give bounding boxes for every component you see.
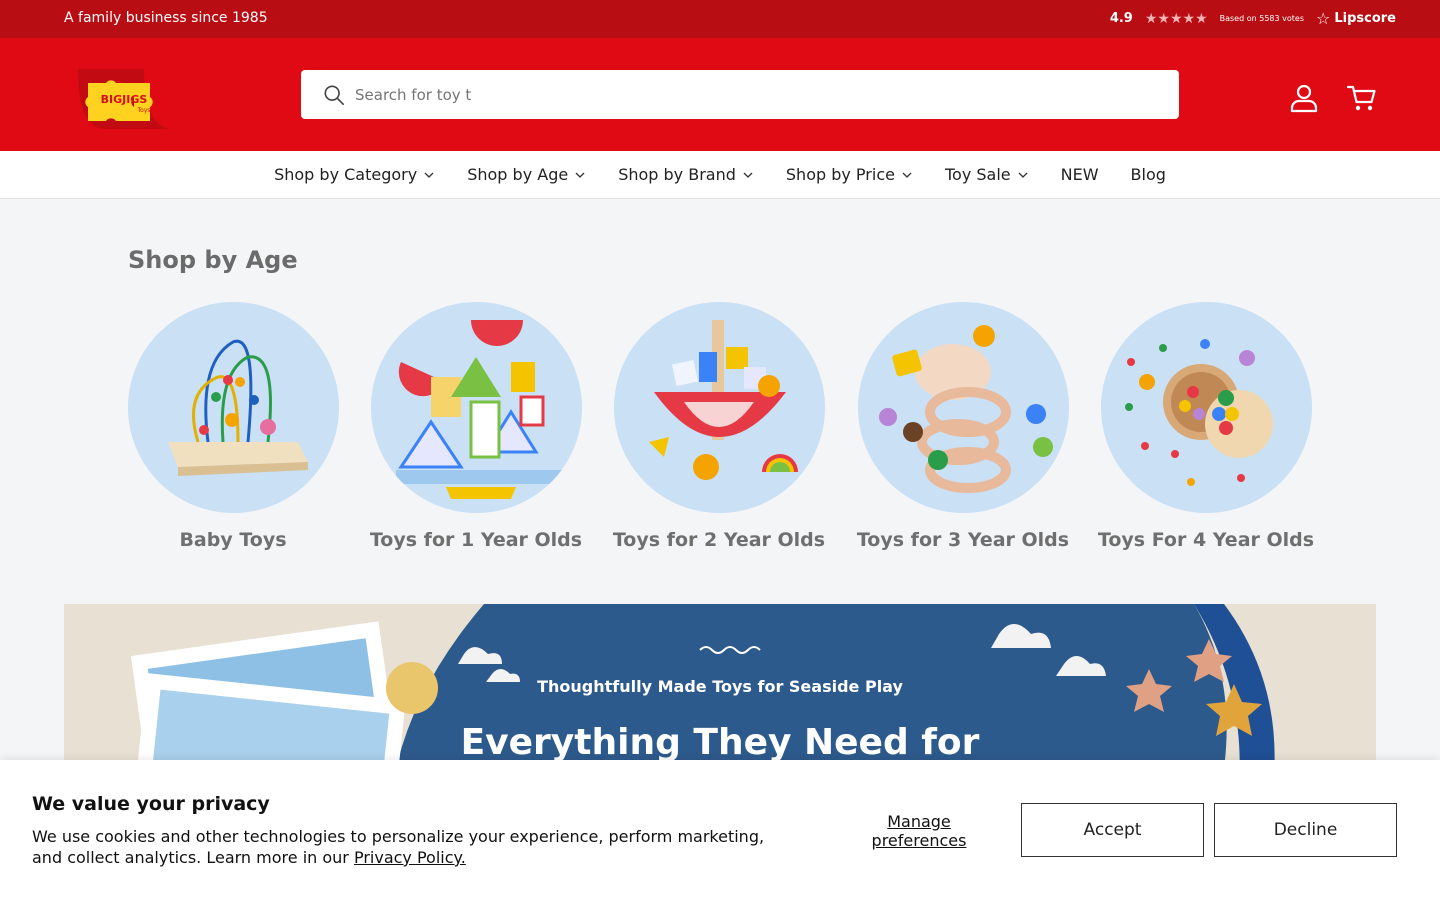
site-header: BIGJIGS Toys xyxy=(0,38,1440,151)
nav-shop-by-category[interactable]: Shop by Category xyxy=(274,165,435,184)
nav-label: NEW xyxy=(1060,165,1099,184)
nav-toy-sale[interactable]: Toy Sale xyxy=(945,165,1029,184)
announcement-bar: A family business since 1985 4.9 ★★★★★ B… xyxy=(0,0,1440,38)
age-card-label[interactable]: Baby Toys xyxy=(103,529,363,551)
age-card-2-year[interactable]: Toys for 2 Year Olds xyxy=(613,302,825,551)
header-actions xyxy=(1288,82,1378,114)
rating-widget[interactable]: 4.9 ★★★★★ Based on 5583 votes ☆ Lipscore xyxy=(1110,9,1396,28)
product-image[interactable] xyxy=(371,302,582,513)
rating-votes: Based on 5583 votes xyxy=(1219,14,1304,23)
logo-icon: BIGJIGS Toys xyxy=(78,69,170,129)
nav-new[interactable]: NEW xyxy=(1061,165,1099,184)
nav-shop-by-age[interactable]: Shop by Age xyxy=(467,165,586,184)
section-title: Shop by Age xyxy=(128,246,298,274)
nav-label: Shop by Brand xyxy=(618,165,736,184)
search-bar[interactable] xyxy=(301,70,1179,119)
chevron-down-icon xyxy=(1018,172,1028,178)
announcement-tagline: A family business since 1985 xyxy=(64,10,268,26)
age-card-3-year[interactable]: Toys for 3 Year Olds xyxy=(857,302,1069,551)
balance-boat-toy-icon xyxy=(649,320,798,480)
cookie-body: We use cookies and other technologies to… xyxy=(32,826,772,868)
cookie-banner: We value your privacy We use cookies and… xyxy=(0,760,1440,900)
decline-button[interactable]: Decline xyxy=(1214,803,1397,857)
nav-shop-by-brand[interactable]: Shop by Brand xyxy=(618,165,754,184)
nav-shop-by-price[interactable]: Shop by Price xyxy=(786,165,913,184)
product-image[interactable] xyxy=(858,302,1069,513)
user-icon[interactable] xyxy=(1288,82,1320,114)
nav-label: Toy Sale xyxy=(944,165,1011,184)
nav-label: Shop by Price xyxy=(785,165,895,184)
rating-stars: ★★★★★ xyxy=(1144,10,1208,27)
chevron-down-icon xyxy=(743,172,753,178)
stacking-toy-icon xyxy=(879,325,1053,493)
chevron-down-icon xyxy=(575,172,585,178)
rating-score: 4.9 xyxy=(1109,11,1133,26)
rainbow-blocks-toy-icon xyxy=(396,320,566,499)
chevron-down-icon xyxy=(424,172,434,178)
nav-label: Shop by Category xyxy=(274,165,418,184)
age-card-baby[interactable]: Baby Toys xyxy=(128,302,339,551)
nav-label: Shop by Age xyxy=(467,165,569,184)
rating-brand-label: Lipscore xyxy=(1334,11,1396,26)
search-input[interactable] xyxy=(355,85,1135,104)
age-card-1-year[interactable]: Toys for 1 Year Olds xyxy=(370,302,582,551)
search-icon[interactable] xyxy=(323,84,345,106)
logo[interactable]: BIGJIGS Toys xyxy=(74,65,174,131)
age-card-label[interactable]: Toys For 4 Year Olds xyxy=(1076,529,1336,551)
cart-icon[interactable] xyxy=(1346,82,1378,114)
star-outline-icon: ☆ xyxy=(1316,9,1331,28)
rating-brand: ☆ Lipscore xyxy=(1316,9,1396,28)
product-image[interactable] xyxy=(1101,302,1312,513)
product-image[interactable] xyxy=(128,302,339,513)
nav-blog[interactable]: Blog xyxy=(1131,165,1166,184)
nav-label: Blog xyxy=(1130,165,1166,184)
main-nav: Shop by Category Shop by Age Shop by Bra… xyxy=(0,151,1440,199)
product-image[interactable] xyxy=(614,302,825,513)
bead-maze-toy-icon xyxy=(168,339,308,476)
age-card-label[interactable]: Toys for 1 Year Olds xyxy=(346,529,606,551)
banner-headline: Everything They Need for xyxy=(460,722,980,763)
counting-beads-toy-icon xyxy=(1125,339,1273,486)
cookie-title: We value your privacy xyxy=(32,793,270,815)
manage-preferences-link[interactable]: Manage preferences xyxy=(862,812,976,850)
chevron-down-icon xyxy=(902,172,912,178)
banner-eyebrow: Thoughtfully Made Toys for Seaside Play xyxy=(537,677,903,696)
privacy-policy-link[interactable]: Privacy Policy. xyxy=(354,848,466,867)
accept-button[interactable]: Accept xyxy=(1021,803,1204,857)
logo-subtext: Toys xyxy=(137,107,151,114)
logo-text: BIGJIGS xyxy=(101,93,148,106)
age-card-label[interactable]: Toys for 2 Year Olds xyxy=(589,529,849,551)
age-card-label[interactable]: Toys for 3 Year Olds xyxy=(833,529,1093,551)
age-card-4-year[interactable]: Toys For 4 Year Olds xyxy=(1098,302,1314,551)
